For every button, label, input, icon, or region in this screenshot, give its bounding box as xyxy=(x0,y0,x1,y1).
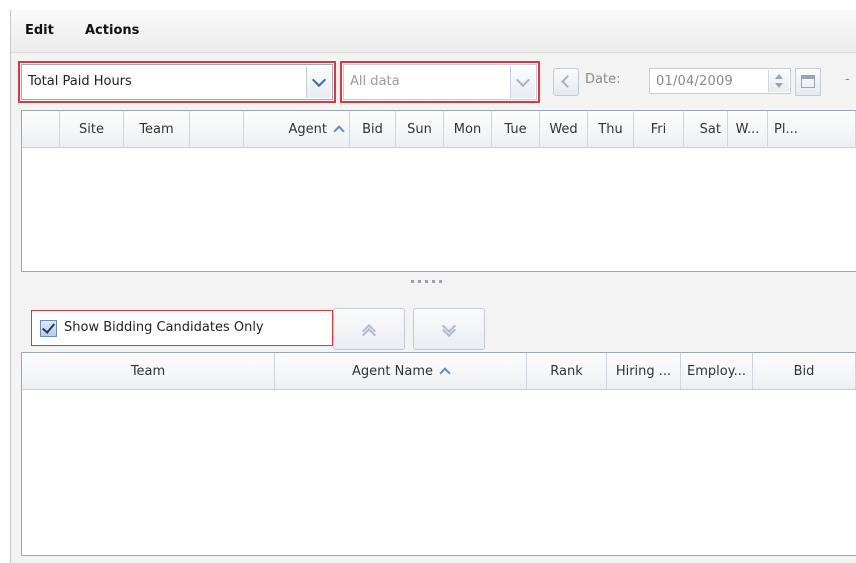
col-mon[interactable]: Mon xyxy=(444,111,492,147)
menu-edit[interactable]: Edit xyxy=(25,23,54,38)
col-rank[interactable]: Rank xyxy=(527,353,607,389)
chevron-left-icon xyxy=(561,75,574,88)
previous-date-button[interactable] xyxy=(553,68,579,96)
date-value: 01/04/2009 xyxy=(656,74,733,89)
spin-down-icon xyxy=(775,83,783,88)
col-selector[interactable] xyxy=(22,111,60,147)
date-label: Date: xyxy=(585,72,621,87)
measure-select-value: Total Paid Hours xyxy=(28,74,132,89)
chevron-down-icon xyxy=(515,72,531,88)
calendar-button[interactable] xyxy=(795,68,821,96)
col-employ[interactable]: Employ... xyxy=(681,353,753,389)
col-bid[interactable]: Bid xyxy=(350,111,396,147)
col-team[interactable]: Team xyxy=(124,111,190,147)
splitter-grip xyxy=(418,280,421,283)
toolbar: Total Paid Hours All data Date: 01/04/20… xyxy=(11,58,856,108)
col-tue[interactable]: Tue xyxy=(492,111,540,147)
col-cand-team[interactable]: Team xyxy=(22,353,275,389)
bidding-candidates-label: Show Bidding Candidates Only xyxy=(64,320,264,335)
sort-ascending-icon xyxy=(333,125,345,137)
schedule-grid[interactable]: Site Team Agent Bid Sun Mon Tue Wed Thu … xyxy=(21,110,856,272)
col-fri[interactable]: Fri xyxy=(634,111,684,147)
calendar-icon xyxy=(801,75,815,88)
measure-select[interactable]: Total Paid Hours xyxy=(18,61,336,103)
col-w[interactable]: W... xyxy=(728,111,768,147)
panel-splitter[interactable] xyxy=(411,278,471,286)
col-site[interactable]: Site xyxy=(60,111,124,147)
chevron-down-icon xyxy=(311,72,327,88)
checkmark-icon xyxy=(41,320,56,334)
candidates-grid[interactable]: Team Agent Name Rank Hiring ... Employ..… xyxy=(21,352,856,556)
schedule-grid-header: Site Team Agent Bid Sun Mon Tue Wed Thu … xyxy=(22,111,856,148)
candidates-grid-header: Team Agent Name Rank Hiring ... Employ..… xyxy=(22,353,856,390)
col-hiring[interactable]: Hiring ... xyxy=(607,353,681,389)
col-thu[interactable]: Thu xyxy=(588,111,634,147)
toolbar-trailing-text: - xyxy=(845,72,850,87)
col-cand-bid[interactable]: Bid xyxy=(753,353,856,389)
col-agent-name[interactable]: Agent Name xyxy=(275,353,527,389)
splitter-grip xyxy=(411,280,414,283)
move-up-button[interactable] xyxy=(333,308,405,350)
col-blank[interactable] xyxy=(190,111,244,147)
move-down-button[interactable] xyxy=(413,308,485,350)
spin-up-icon xyxy=(775,74,783,79)
col-pl[interactable]: Pl... xyxy=(768,111,856,147)
col-sat[interactable]: Sat xyxy=(684,111,728,147)
col-agent-name-label: Agent Name xyxy=(352,363,433,379)
sort-ascending-icon xyxy=(439,367,451,379)
splitter-grip xyxy=(425,280,428,283)
bidding-candidates-checkbox[interactable]: Show Bidding Candidates Only xyxy=(31,310,333,346)
col-agent[interactable]: Agent xyxy=(244,111,350,147)
menu-bar: Edit Actions xyxy=(11,10,856,53)
splitter-grip xyxy=(439,280,442,283)
menu-actions[interactable]: Actions xyxy=(85,23,139,38)
col-sun[interactable]: Sun xyxy=(396,111,444,147)
application-window: Edit Actions Total Paid Hours All data D… xyxy=(10,10,856,563)
date-spinner[interactable] xyxy=(768,70,789,92)
measure-select-dropdown-button[interactable] xyxy=(306,66,331,98)
date-field[interactable]: 01/04/2009 xyxy=(649,68,791,94)
splitter-grip xyxy=(432,280,435,283)
filter-select-dropdown-button[interactable] xyxy=(510,66,535,98)
filter-select-value: All data xyxy=(350,74,400,89)
checkbox-box[interactable] xyxy=(40,320,57,337)
col-wed[interactable]: Wed xyxy=(540,111,588,147)
col-agent-label: Agent xyxy=(288,121,327,137)
filter-select[interactable]: All data xyxy=(340,61,540,103)
